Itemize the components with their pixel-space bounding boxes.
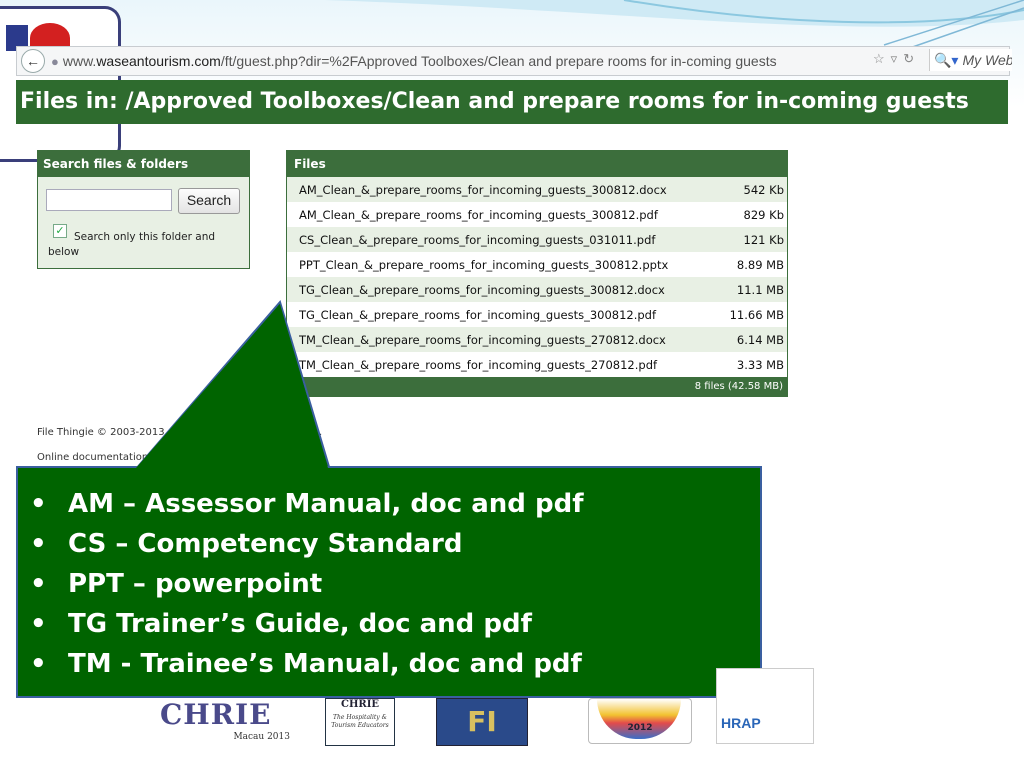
search-folder-checkbox-label: Search only this folder and below	[48, 231, 216, 258]
search-engine-icon: 🔍▾	[934, 51, 959, 68]
chrie-logo-text: CHRIE	[160, 698, 272, 731]
file-name-link[interactable]: TM_Clean_&_prepare_rooms_for_incoming_gu…	[299, 333, 714, 347]
file-name-link[interactable]: TG_Clean_&_prepare_rooms_for_incoming_gu…	[299, 308, 714, 322]
file-size: 121 Kb	[743, 232, 784, 247]
file-size: 11.66 MB	[729, 307, 784, 322]
url-prefix: www.	[62, 53, 97, 69]
file-name-link[interactable]: PPT_Clean_&_prepare_rooms_for_incoming_g…	[299, 258, 714, 272]
url-icons: ☆ ▿ ↻	[873, 51, 914, 67]
chrie-macau-logo: CHRIE Macau 2013	[160, 698, 290, 748]
bullet-item: PPT – powerpoint	[30, 564, 584, 604]
badge-ring	[597, 699, 681, 739]
hrap-logo-text: HRAP	[721, 715, 761, 731]
file-row[interactable]: TM_Clean_&_prepare_rooms_for_incoming_gu…	[287, 327, 787, 352]
back-arrow-icon[interactable]: ←	[21, 49, 45, 73]
cchre-logo: CHRIE The Hospitality & Tourism Educator…	[325, 698, 395, 746]
file-name-link[interactable]: TG_Clean_&_prepare_rooms_for_incoming_gu…	[299, 283, 714, 297]
file-row[interactable]: TM_Clean_&_prepare_rooms_for_incoming_gu…	[287, 352, 787, 377]
search-panel-heading: Search files & folders	[38, 151, 249, 177]
files-panel-heading: Files	[287, 151, 787, 177]
page-title: Files in: /Approved Toolboxes/Clean and …	[16, 80, 1008, 124]
bullet-item: TM - Trainee’s Manual, doc and pdf	[30, 644, 584, 684]
file-name-link[interactable]: CS_Clean_&_prepare_rooms_for_incoming_gu…	[299, 233, 714, 247]
credit-tail: n.	[312, 427, 323, 438]
bookmark-star-icon[interactable]: ☆	[873, 51, 885, 67]
file-size: 829 Kb	[743, 207, 784, 222]
documentation-link[interactable]: Online documentation	[37, 452, 148, 463]
url-field[interactable]: www.waseantourism.com/ft/guest.php?dir=%…	[63, 53, 777, 69]
files-summary: 8 files (42.58 MB)	[287, 377, 787, 396]
file-list: AM_Clean_&_prepare_rooms_for_incoming_gu…	[287, 177, 787, 377]
bullet-item: AM – Assessor Manual, doc and pdf	[30, 484, 584, 524]
bullet-item: CS – Competency Standard	[30, 524, 584, 564]
url-domain: waseantourism.com	[96, 53, 221, 69]
web-search-box[interactable]: 🔍▾ My Web S	[929, 49, 1012, 71]
credit-text: File Thingie © 2003-2013	[37, 427, 165, 438]
browser-address-bar: ← ● www.waseantourism.com/ft/guest.php?d…	[16, 46, 1012, 76]
file-name-link[interactable]: AM_Clean_&_prepare_rooms_for_incoming_gu…	[299, 208, 714, 222]
hrap-logo: HRAP	[716, 668, 814, 744]
search-button[interactable]: Search	[178, 188, 240, 214]
fi-logo: FI	[436, 698, 528, 746]
web-search-placeholder: My Web S	[962, 52, 1012, 68]
fi-logo-text: FI	[467, 705, 497, 738]
file-row[interactable]: PPT_Clean_&_prepare_rooms_for_incoming_g…	[287, 252, 787, 277]
anniversary-badge-logo: 2012	[588, 698, 692, 744]
globe-icon: ●	[51, 53, 59, 69]
cchre-logo-text: CHRIE	[340, 699, 380, 710]
search-panel: Search files & folders Search ✓ Search o…	[37, 150, 250, 269]
url-path: /ft/guest.php?dir=%2FApproved Toolboxes/…	[220, 53, 777, 69]
search-input[interactable]	[46, 189, 172, 211]
file-name-link[interactable]: AM_Clean_&_prepare_rooms_for_incoming_gu…	[299, 183, 714, 197]
credit-line: File Thingie © 2003-2013 n.	[37, 427, 322, 438]
file-row[interactable]: AM_Clean_&_prepare_rooms_for_incoming_gu…	[287, 177, 787, 202]
dropdown-arrow-icon[interactable]: ▿	[891, 51, 898, 67]
file-row[interactable]: TG_Clean_&_prepare_rooms_for_incoming_gu…	[287, 302, 787, 327]
file-size: 6.14 MB	[736, 332, 784, 347]
reload-icon[interactable]: ↻	[903, 51, 914, 67]
badge-year: 2012	[627, 723, 653, 733]
file-size: 11.1 MB	[736, 282, 784, 297]
file-row[interactable]: CS_Clean_&_prepare_rooms_for_incoming_gu…	[287, 227, 787, 252]
file-size: 8.89 MB	[736, 257, 784, 272]
callout-bullet-list: AM – Assessor Manual, doc and pdf CS – C…	[30, 484, 584, 684]
cchre-logo-subtext: The Hospitality & Tourism Educators	[331, 714, 389, 729]
file-name-link[interactable]: TM_Clean_&_prepare_rooms_for_incoming_gu…	[299, 358, 714, 372]
chrie-logo-subtext: Macau 2013	[233, 732, 290, 742]
files-panel: Files AM_Clean_&_prepare_rooms_for_incom…	[286, 150, 788, 397]
file-size: 3.33 MB	[736, 357, 784, 372]
file-row[interactable]: AM_Clean_&_prepare_rooms_for_incoming_gu…	[287, 202, 787, 227]
bullet-item: TG Trainer’s Guide, doc and pdf	[30, 604, 584, 644]
file-size: 542 Kb	[743, 182, 784, 197]
file-row[interactable]: TG_Clean_&_prepare_rooms_for_incoming_gu…	[287, 277, 787, 302]
